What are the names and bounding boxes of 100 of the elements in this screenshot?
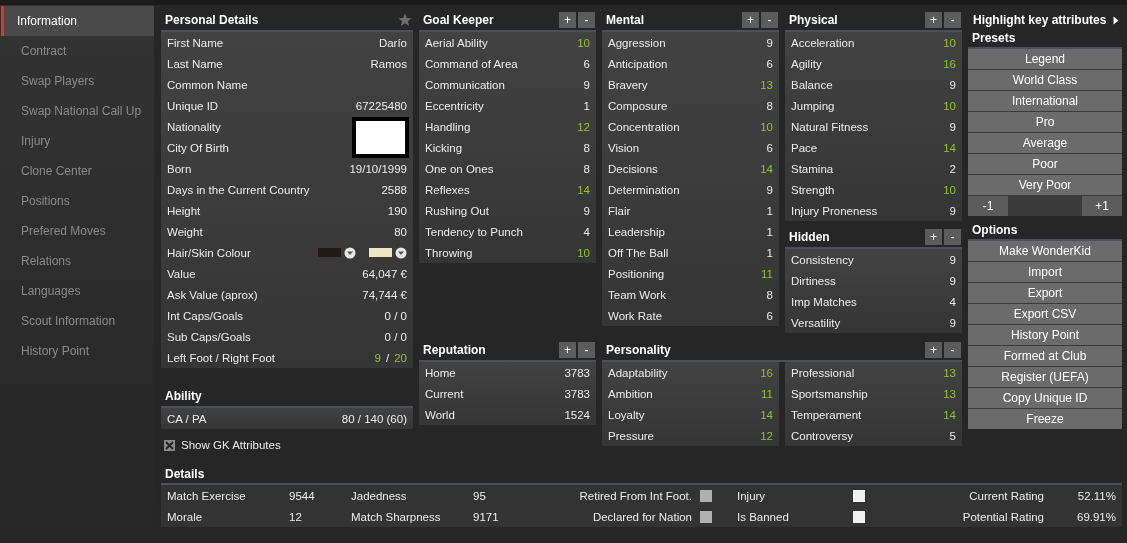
sidebar-item[interactable]: Contract [1, 36, 154, 66]
field-label: Days in the Current Country [167, 183, 311, 196]
field-label: Declared for Nation [591, 510, 693, 523]
attribute-value: 13 [943, 366, 956, 379]
sidebar-item[interactable]: Prefered Moves [1, 216, 154, 246]
dropdown-icon [344, 246, 356, 259]
preset-button[interactable]: World Class [968, 70, 1122, 90]
attribute-label: Aggression [608, 36, 667, 49]
sidebar-item[interactable]: Information [1, 6, 154, 36]
attribute-value: 3783 [564, 387, 590, 400]
option-button[interactable]: Register (UEFA) [968, 367, 1122, 387]
field-label: Common Name [167, 78, 249, 91]
colour-swatch[interactable] [369, 248, 392, 257]
collapse-button[interactable]: - [944, 11, 961, 28]
checkbox[interactable] [853, 510, 865, 523]
collapse-button[interactable]: - [944, 228, 961, 245]
expand-button[interactable]: + [559, 11, 576, 28]
field-value: 67225480 [355, 99, 407, 112]
sidebar-item[interactable]: History Point [1, 336, 154, 366]
collapse-button[interactable]: - [944, 341, 961, 358]
field-label: Unique ID [167, 99, 220, 112]
attribute-label: Injury Proneness [791, 204, 879, 217]
field-value: Ramos [370, 57, 407, 70]
option-button[interactable]: Export [968, 283, 1122, 303]
expand-button[interactable]: + [925, 341, 942, 358]
sidebar-item[interactable]: Scout Information [1, 306, 154, 336]
expand-button[interactable]: + [925, 228, 942, 245]
field-value: 12 [289, 510, 303, 523]
preset-button[interactable]: Pro [968, 112, 1122, 132]
attribute-value: 8 [766, 288, 773, 301]
field-value: 80 / 140 (60) [341, 412, 407, 425]
field-label: Morale [167, 510, 204, 523]
attribute-label: Imp Matches [791, 295, 858, 308]
expand-button[interactable]: + [742, 11, 759, 28]
attribute-value: 11 [761, 267, 773, 280]
attribute-label: Decisions [608, 162, 659, 175]
attribute-label: Aerial Ability [425, 36, 489, 49]
attribute-label: Natural Fitness [791, 120, 870, 133]
option-button[interactable]: Formed at Club [968, 346, 1122, 366]
collapse-button[interactable]: - [761, 11, 778, 28]
attribute-label: Bravery [608, 78, 649, 91]
attribute-label: Pressure [608, 429, 656, 442]
preset-button[interactable]: Poor [968, 154, 1122, 174]
sidebar-item[interactable]: Injury [1, 126, 154, 156]
checkbox[interactable] [853, 489, 865, 502]
field-value: 9 [374, 351, 381, 364]
attribute-label: Composure [608, 99, 669, 112]
option-button[interactable]: Copy Unique ID [968, 388, 1122, 408]
field-label: Retired From Int Foot. [578, 489, 693, 502]
highlight-link[interactable]: Highlight key attributes [973, 13, 1107, 27]
collapse-button[interactable]: - [578, 341, 595, 358]
attribute-value: 5 [949, 429, 956, 442]
field-label: Born [167, 162, 193, 175]
field-label: Last Name [167, 57, 224, 70]
preset-button[interactable]: International [968, 91, 1122, 111]
attribute-label: Consistency [791, 253, 855, 266]
attribute-label: Reflexes [425, 183, 471, 196]
attribute-label: Ambition [608, 387, 654, 400]
preset-button[interactable]: Legend [968, 49, 1122, 69]
preset-button[interactable]: Very Poor [968, 175, 1122, 195]
field-label: Int Caps/Goals [167, 309, 245, 322]
increase-button[interactable]: +1 [1082, 196, 1122, 216]
collapse-button[interactable]: - [578, 11, 595, 28]
field-value: 2588 [381, 183, 407, 196]
attribute-value: 16 [943, 57, 956, 70]
option-button[interactable]: Make WonderKid [968, 241, 1122, 261]
expand-button[interactable]: + [559, 341, 576, 358]
attribute-label: Sportsmanship [791, 387, 869, 400]
attribute-value: 12 [760, 429, 773, 442]
field-label: Value [167, 267, 197, 280]
attribute-value: 8 [583, 162, 590, 175]
option-button[interactable]: Export CSV [968, 304, 1122, 324]
attribute-value: 14 [760, 408, 773, 421]
field-value: 52.11% [1076, 489, 1116, 502]
sidebar-item[interactable]: Clone Center [1, 156, 154, 186]
field-label: Ask Value (aprox) [167, 288, 259, 301]
attribute-label: Eccentricity [425, 99, 485, 112]
attribute-label: Controversy [791, 429, 854, 442]
sidebar-item[interactable]: Positions [1, 186, 154, 216]
attribute-label: World [425, 408, 456, 421]
sidebar-item[interactable]: Swap National Call Up [1, 96, 154, 126]
attribute-value: 1 [766, 204, 773, 217]
checkbox[interactable] [164, 439, 175, 451]
sidebar-item[interactable]: Languages [1, 276, 154, 306]
option-button[interactable]: Import [968, 262, 1122, 282]
sidebar-item[interactable]: Relations [1, 246, 154, 276]
attribute-label: Command of Area [425, 57, 519, 70]
attribute-value: 2 [949, 162, 956, 175]
decrease-button[interactable]: -1 [968, 196, 1008, 216]
attribute-value: 14 [760, 162, 773, 175]
expand-button[interactable]: + [925, 11, 942, 28]
preset-button[interactable]: Average [968, 133, 1122, 153]
attribute-label: Kicking [425, 141, 464, 154]
sidebar-item[interactable]: Swap Players [1, 66, 154, 96]
field-label: Match Exercise [167, 489, 247, 502]
attribute-label: Communication [425, 78, 506, 91]
option-button[interactable]: History Point [968, 325, 1122, 345]
field-value: 95 [473, 489, 487, 502]
colour-swatch[interactable] [318, 248, 341, 257]
option-button[interactable]: Freeze [968, 409, 1122, 429]
